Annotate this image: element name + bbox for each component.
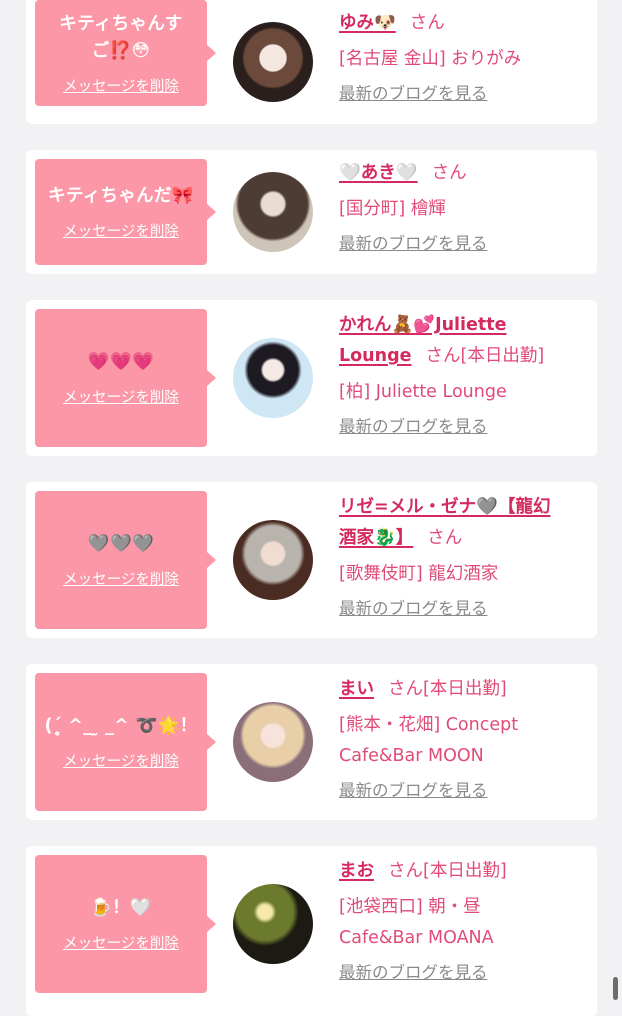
message-text: キティちゃんだ🎀: [48, 186, 194, 206]
latest-blog-link[interactable]: 最新のブログを見る: [339, 777, 488, 801]
scrollbar-thumb[interactable]: [613, 977, 618, 1000]
message-text: 💗💗💗: [87, 352, 155, 372]
message-card: 💗💗💗 メッセージを削除 かれん🧸💕Juliette Lounge さん[本日出勤…: [26, 300, 597, 456]
message-bubble: 🍺！🤍 メッセージを削除: [35, 855, 216, 993]
cast-name-link[interactable]: まい: [339, 679, 374, 699]
cast-info: リゼ=メル・ゼナ🩶【龍幻 酒家🐉】 さん [歌舞伎町] 龍幻酒家 最新のブログを見…: [339, 492, 589, 619]
avatar[interactable]: [233, 520, 313, 600]
status-badge: [本日出勤]: [423, 679, 507, 699]
cast-info: ゆみ🐶 さん [名古屋 金山] おりがみ 最新のブログを見る: [339, 8, 589, 104]
cast-info: かれん🧸💕Juliette Lounge さん[本日出勤] [柏] Juliett…: [339, 310, 589, 437]
status-badge: [本日出勤]: [423, 861, 507, 881]
location-text: [池袋西口] 朝・昼 Cafe&Bar MOANA: [339, 897, 494, 948]
message-bubble: (ˊ̥̥̥̥̥ ^_ ̫ _^ ➰🌟！ メッセージを削除: [35, 673, 216, 811]
message-card: キティちゃんす ご⁉️😳 メッセージを削除 ゆみ🐶 さん [名古屋 金山] おりが…: [26, 0, 597, 124]
location-text: [熊本・花畑] Concept Cafe&Bar MOON: [339, 715, 519, 766]
latest-blog-link[interactable]: 最新のブログを見る: [339, 959, 488, 983]
cast-name-link[interactable]: 酒家🐉】: [339, 528, 413, 548]
location-text: [歌舞伎町] 龍幻酒家: [339, 564, 499, 584]
location-text: [名古屋 金山] おりがみ: [339, 49, 522, 69]
cast-info: 🤍あき🤍 さん [国分町] 檜輝 最新のブログを見る: [339, 158, 589, 254]
message-text: 🩶🩶🩶: [87, 534, 155, 554]
latest-blog-link[interactable]: 最新のブログを見る: [339, 80, 488, 104]
delete-message-link[interactable]: メッセージを削除: [63, 75, 179, 96]
message-text: (ˊ̥̥̥̥̥ ^_ ̫ _^ ➰🌟！: [44, 716, 198, 736]
message-bubble: キティちゃんだ🎀 メッセージを削除: [35, 159, 216, 265]
location-text: [柏] Juliette Lounge: [339, 382, 507, 402]
delete-message-link[interactable]: メッセージを削除: [63, 932, 179, 953]
avatar[interactable]: [233, 338, 313, 418]
cast-name-link[interactable]: Lounge: [339, 346, 412, 366]
cast-name-link[interactable]: リゼ=メル・ゼナ🩶【龍幻: [339, 497, 550, 517]
message-bubble: 🩶🩶🩶 メッセージを削除: [35, 491, 216, 629]
avatar[interactable]: [233, 22, 313, 102]
delete-message-link[interactable]: メッセージを削除: [63, 386, 179, 407]
cast-name-link[interactable]: 🤍あき🤍: [339, 163, 418, 183]
cast-info: まお さん[本日出勤] [池袋西口] 朝・昼 Cafe&Bar MOANA 最新の…: [339, 856, 589, 983]
delete-message-link[interactable]: メッセージを削除: [63, 750, 179, 771]
message-text: キティちゃんす ご⁉️😳: [59, 13, 183, 61]
cast-name-link[interactable]: まお: [339, 861, 374, 881]
message-bubble: 💗💗💗 メッセージを削除: [35, 309, 216, 447]
cast-name-link[interactable]: ゆみ🐶: [339, 13, 396, 33]
delete-message-link[interactable]: メッセージを削除: [63, 220, 179, 241]
location-text: [国分町] 檜輝: [339, 199, 446, 219]
message-bubble: キティちゃんす ご⁉️😳 メッセージを削除: [35, 0, 216, 106]
avatar[interactable]: [233, 884, 313, 964]
cast-info: まい さん[本日出勤] [熊本・花畑] Concept Cafe&Bar MOON…: [339, 674, 589, 801]
message-card: (ˊ̥̥̥̥̥ ^_ ̫ _^ ➰🌟！ メッセージを削除 まい さん[本日出勤] …: [26, 664, 597, 820]
avatar[interactable]: [233, 702, 313, 782]
message-card: キティちゃんだ🎀 メッセージを削除 🤍あき🤍 さん [国分町] 檜輝 最新のブログ…: [26, 150, 597, 274]
message-card: 🩶🩶🩶 メッセージを削除 リゼ=メル・ゼナ🩶【龍幻 酒家🐉】 さん [歌舞伎町] …: [26, 482, 597, 638]
message-text: 🍺！🤍: [90, 898, 152, 918]
latest-blog-link[interactable]: 最新のブログを見る: [339, 595, 488, 619]
delete-message-link[interactable]: メッセージを削除: [63, 568, 179, 589]
message-card: 🍺！🤍 メッセージを削除 まお さん[本日出勤] [池袋西口] 朝・昼 Cafe&…: [26, 846, 597, 1016]
latest-blog-link[interactable]: 最新のブログを見る: [339, 230, 488, 254]
latest-blog-link[interactable]: 最新のブログを見る: [339, 413, 488, 437]
status-badge: [本日出勤]: [460, 346, 545, 366]
cast-name-link[interactable]: かれん🧸💕Juliette: [339, 315, 507, 335]
avatar[interactable]: [233, 172, 313, 252]
